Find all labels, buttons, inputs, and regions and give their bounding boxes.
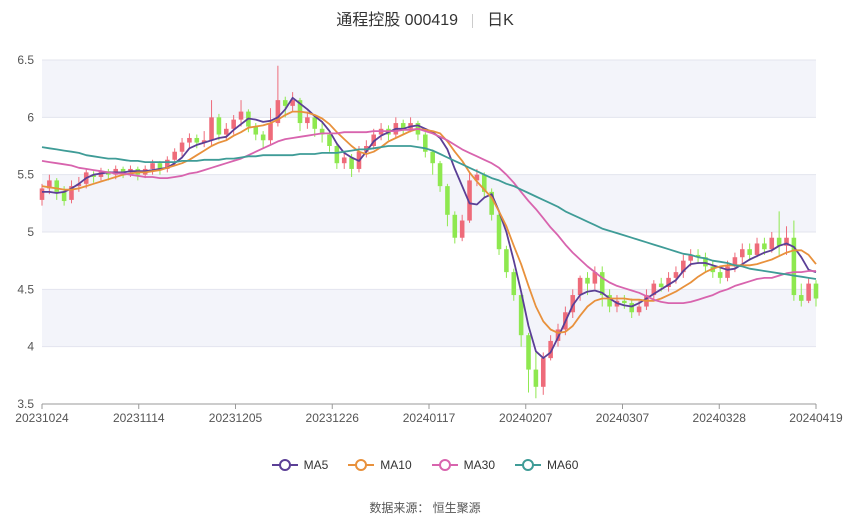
candle-up <box>577 277 583 296</box>
candle-up <box>179 142 185 152</box>
candle-down <box>430 151 435 164</box>
candle-up <box>341 157 347 164</box>
candle-down <box>585 277 590 284</box>
candle-down <box>526 335 531 370</box>
y-tick-label: 3.5 <box>17 397 34 411</box>
legend-swatch <box>348 459 375 471</box>
candle-down <box>445 186 450 215</box>
y-tick-label: 5 <box>27 225 34 239</box>
candle-up <box>636 306 642 313</box>
candle-up <box>224 128 229 135</box>
candle-down <box>312 117 318 129</box>
legend-label: MA30 <box>463 458 496 472</box>
y-tick-label: 5.5 <box>17 168 34 182</box>
candle-down <box>54 180 60 192</box>
legend-item-ma5[interactable]: MA5 <box>271 458 329 472</box>
y-tick-label: 6 <box>27 110 34 124</box>
candle-up <box>459 220 465 238</box>
candle-down <box>717 272 723 278</box>
candle-down <box>622 300 627 304</box>
candle-down <box>452 214 458 238</box>
candle-down <box>658 283 664 288</box>
candle-up <box>806 283 811 301</box>
legend-item-ma30[interactable]: MA30 <box>431 458 496 472</box>
legend-label: MA60 <box>547 458 579 472</box>
candle-up <box>187 137 192 143</box>
x-tick-label: 20240117 <box>403 411 456 425</box>
candle-down <box>61 191 67 202</box>
candle-up <box>725 266 730 278</box>
legend-swatch <box>271 459 298 471</box>
legend-label: MA10 <box>380 458 412 472</box>
candle-down <box>504 249 509 273</box>
candle-down <box>253 126 259 135</box>
candlestick-chart: 3.5 4 4.5 5 5.5 6 6.5 20231024 20231114 20231205 2… <box>15 53 843 425</box>
candle-up <box>769 237 775 250</box>
candle-down <box>334 146 340 164</box>
y-tick-label: 4 <box>27 340 34 354</box>
candle-down <box>437 163 443 187</box>
candle-down <box>216 117 222 135</box>
legend-label: MA5 <box>303 458 329 472</box>
legend-swatch <box>515 459 542 471</box>
candle-down <box>327 134 332 146</box>
x-tick-label: 20240419 <box>789 411 843 425</box>
candle-up <box>740 249 745 258</box>
candle-up <box>39 188 45 200</box>
y-tick-label: 6.5 <box>17 53 34 67</box>
candle-up <box>209 117 214 141</box>
candle-down <box>260 134 266 141</box>
legend-swatch <box>431 459 458 471</box>
candle-down <box>282 100 288 106</box>
candle-down <box>747 249 752 255</box>
candle-down <box>798 295 804 301</box>
candle-up <box>172 151 177 160</box>
candle-up <box>305 117 310 124</box>
y-tick-label: 4.5 <box>17 282 34 296</box>
x-tick-label: 20240307 <box>596 411 650 425</box>
grid-band <box>42 60 816 118</box>
chart-legend: MA5 MA10 MA30 MA60 <box>0 458 850 472</box>
x-tick-label: 20231024 <box>15 411 69 425</box>
candle-down <box>496 214 502 250</box>
candle-down <box>629 303 634 313</box>
candle-up <box>150 163 155 169</box>
x-tick-label: 20240328 <box>693 411 747 425</box>
grid-band <box>42 289 816 347</box>
legend-swatch-dot <box>278 459 291 471</box>
data-source: 数据来源： 恒生聚源 <box>369 501 481 515</box>
grid-band <box>42 174 816 232</box>
candle-up <box>268 123 273 141</box>
candle-up <box>238 111 244 120</box>
candle-down <box>762 243 767 250</box>
x-tick-label: 20240207 <box>499 411 553 425</box>
candle-up <box>231 119 236 129</box>
x-tick-label: 20231226 <box>306 411 360 425</box>
legend-swatch-dot <box>438 459 451 471</box>
x-tick-label: 20231205 <box>209 411 263 425</box>
candle-down <box>511 272 517 296</box>
candle-down <box>533 369 539 387</box>
candle-up <box>540 358 546 387</box>
x-tick-label: 20231114 <box>113 411 165 425</box>
candle-down <box>813 283 819 299</box>
legend-item-ma60[interactable]: MA60 <box>515 458 578 472</box>
legend-swatch-dot <box>355 459 368 471</box>
legend-swatch-dot <box>522 459 535 471</box>
candle-down <box>194 137 200 143</box>
legend-item-ma10[interactable]: MA10 <box>348 458 412 472</box>
candle-up <box>754 243 760 255</box>
